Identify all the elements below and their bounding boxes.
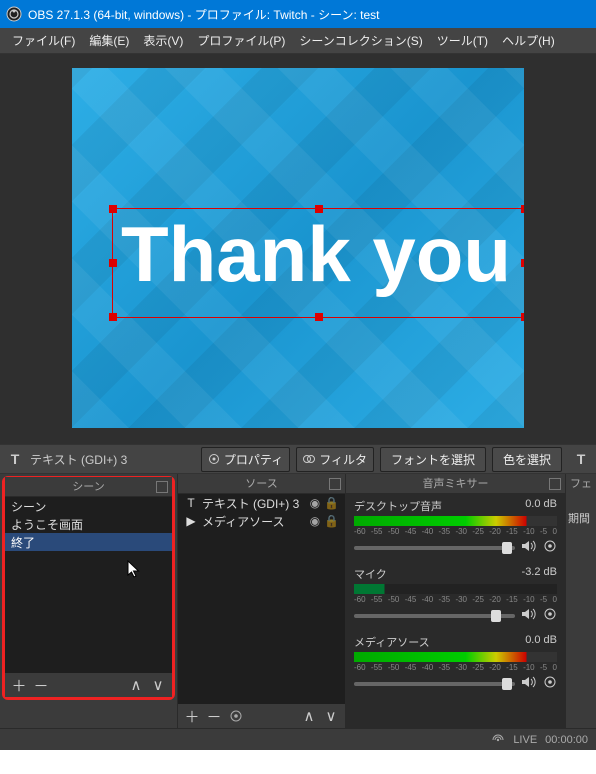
preview-canvas[interactable]: Thank you: [72, 68, 524, 428]
remove-scene-button[interactable]: －: [33, 675, 49, 696]
sources-list[interactable]: Tテキスト (GDI+) 3◉🔒▶メディアソース◉🔒: [178, 494, 345, 704]
resize-handle[interactable]: [315, 205, 323, 213]
sources-header: ソース: [178, 474, 345, 494]
resize-handle[interactable]: [109, 259, 117, 267]
live-time: 00:00:00: [545, 734, 588, 746]
scene-up-button[interactable]: ∧: [128, 676, 144, 694]
channel-db: -3.2 dB: [522, 566, 557, 582]
vu-meter: [354, 584, 557, 594]
mixer-channel: デスクトップ音声 0.0 dB -60-55-50-45-40-35-30-25-2…: [346, 494, 565, 562]
vu-meter: [354, 516, 557, 526]
gear-icon[interactable]: [543, 675, 557, 692]
lock-icon[interactable]: 🔒: [324, 496, 339, 510]
channel-name: デスクトップ音声: [354, 498, 442, 514]
resize-handle[interactable]: [521, 259, 524, 267]
add-scene-button[interactable]: ＋: [11, 675, 27, 696]
popout-icon[interactable]: [156, 481, 168, 493]
source-down-button[interactable]: ∨: [323, 707, 339, 725]
volume-slider[interactable]: [354, 682, 515, 686]
menubar: ファイル(F) 編集(E) 表示(V) プロファイル(P) シーンコレクション(…: [0, 28, 596, 54]
meter-ticks: -60-55-50-45-40-35-30-25-20-15-10-50: [354, 527, 557, 536]
menu-profile[interactable]: プロファイル(P): [197, 32, 285, 49]
sources-footer: ＋ － ∧ ∨: [178, 704, 345, 728]
panels: シーン シーンようこそ画面終了 ＋ － ∧ ∨ ソース Tテキスト (GDI+)…: [0, 474, 596, 728]
gear-icon[interactable]: [543, 539, 557, 556]
menu-file[interactable]: ファイル(F): [12, 32, 75, 49]
resize-handle[interactable]: [109, 205, 117, 213]
mixer-header: 音声ミキサー: [346, 474, 565, 494]
channel-db: 0.0 dB: [525, 498, 557, 514]
menu-scene-collection[interactable]: シーンコレクション(S): [299, 32, 422, 49]
text-icon: T: [572, 450, 590, 468]
scenes-highlight-box: シーン シーンようこそ画面終了 ＋ － ∧ ∨: [2, 476, 175, 700]
properties-button[interactable]: プロパティ: [201, 447, 290, 472]
source-row[interactable]: ▶メディアソース◉🔒: [178, 512, 345, 530]
volume-slider[interactable]: [354, 546, 515, 550]
filter-icon: [303, 453, 315, 465]
popout-icon[interactable]: [329, 478, 341, 490]
filters-button[interactable]: フィルタ: [296, 447, 374, 472]
menu-view[interactable]: 表示(V): [143, 32, 183, 49]
color-select-button[interactable]: 色を選択: [492, 447, 562, 472]
menu-help[interactable]: ヘルプ(H): [502, 32, 555, 49]
channel-name: マイク: [354, 566, 387, 582]
resize-handle[interactable]: [109, 313, 117, 321]
popout-icon[interactable]: [549, 478, 561, 490]
duration-label: 期間: [566, 494, 596, 542]
speaker-icon[interactable]: [521, 676, 537, 691]
font-select-button[interactable]: フォントを選択: [380, 447, 486, 472]
mixer-channel: メディアソース 0.0 dB -60-55-50-45-40-35-30-25-20…: [346, 630, 565, 698]
right-dock-slice: フェ 期間: [566, 474, 596, 728]
add-source-button[interactable]: ＋: [184, 706, 200, 727]
gear-icon[interactable]: [543, 607, 557, 624]
speaker-icon[interactable]: [521, 608, 537, 623]
lock-icon[interactable]: 🔒: [324, 514, 339, 528]
statusbar: LIVE 00:00:00: [0, 728, 596, 750]
speaker-icon[interactable]: [521, 540, 537, 555]
meter-ticks: -60-55-50-45-40-35-30-25-20-15-10-50: [354, 663, 557, 672]
remove-source-button[interactable]: －: [206, 706, 222, 727]
resize-handle[interactable]: [315, 313, 323, 321]
volume-slider[interactable]: [354, 614, 515, 618]
preview-text: Thank you: [121, 215, 511, 293]
resize-handle[interactable]: [521, 313, 524, 321]
window-title: OBS 27.1.3 (64-bit, windows) - プロファイル: T…: [28, 6, 380, 23]
preview-area[interactable]: Thank you: [0, 54, 596, 444]
menu-edit[interactable]: 編集(E): [89, 32, 129, 49]
vu-meter: [354, 652, 557, 662]
source-row[interactable]: Tテキスト (GDI+) 3◉🔒: [178, 494, 345, 512]
source-settings-button[interactable]: [228, 709, 244, 723]
scenes-footer: ＋ － ∧ ∨: [5, 673, 172, 697]
scene-row[interactable]: ようこそ画面: [5, 515, 172, 533]
live-label: LIVE: [513, 734, 537, 746]
source-type-icon: T: [184, 496, 198, 510]
obs-icon: [6, 6, 22, 22]
selected-source-label: テキスト (GDI+) 3: [30, 451, 127, 468]
source-type-icon: ▶: [184, 514, 198, 528]
resize-handle[interactable]: [521, 205, 524, 213]
source-up-button[interactable]: ∧: [301, 707, 317, 725]
source-toolbar: T テキスト (GDI+) 3 プロパティ フィルタ フォントを選択 色を選択 …: [0, 444, 596, 474]
mixer-channel: マイク -3.2 dB -60-55-50-45-40-35-30-25-20-15…: [346, 562, 565, 630]
meter-ticks: -60-55-50-45-40-35-30-25-20-15-10-50: [354, 595, 557, 604]
mixer-list: デスクトップ音声 0.0 dB -60-55-50-45-40-35-30-25-2…: [346, 494, 565, 728]
text-source-icon: T: [6, 450, 24, 468]
scene-row[interactable]: シーン: [5, 497, 172, 515]
channel-db: 0.0 dB: [525, 634, 557, 650]
broadcast-icon: [491, 735, 505, 745]
scenes-list[interactable]: シーンようこそ画面終了: [5, 497, 172, 673]
scene-down-button[interactable]: ∨: [150, 676, 166, 694]
menu-tools[interactable]: ツール(T): [437, 32, 488, 49]
titlebar: OBS 27.1.3 (64-bit, windows) - プロファイル: T…: [0, 0, 596, 28]
scenes-header: シーン: [5, 477, 172, 497]
channel-name: メディアソース: [354, 634, 430, 650]
scene-row[interactable]: 終了: [5, 533, 172, 551]
eye-icon[interactable]: ◉: [310, 496, 320, 510]
gear-icon: [208, 453, 220, 465]
selected-source-bounds[interactable]: Thank you: [112, 208, 524, 318]
eye-icon[interactable]: ◉: [310, 514, 320, 528]
